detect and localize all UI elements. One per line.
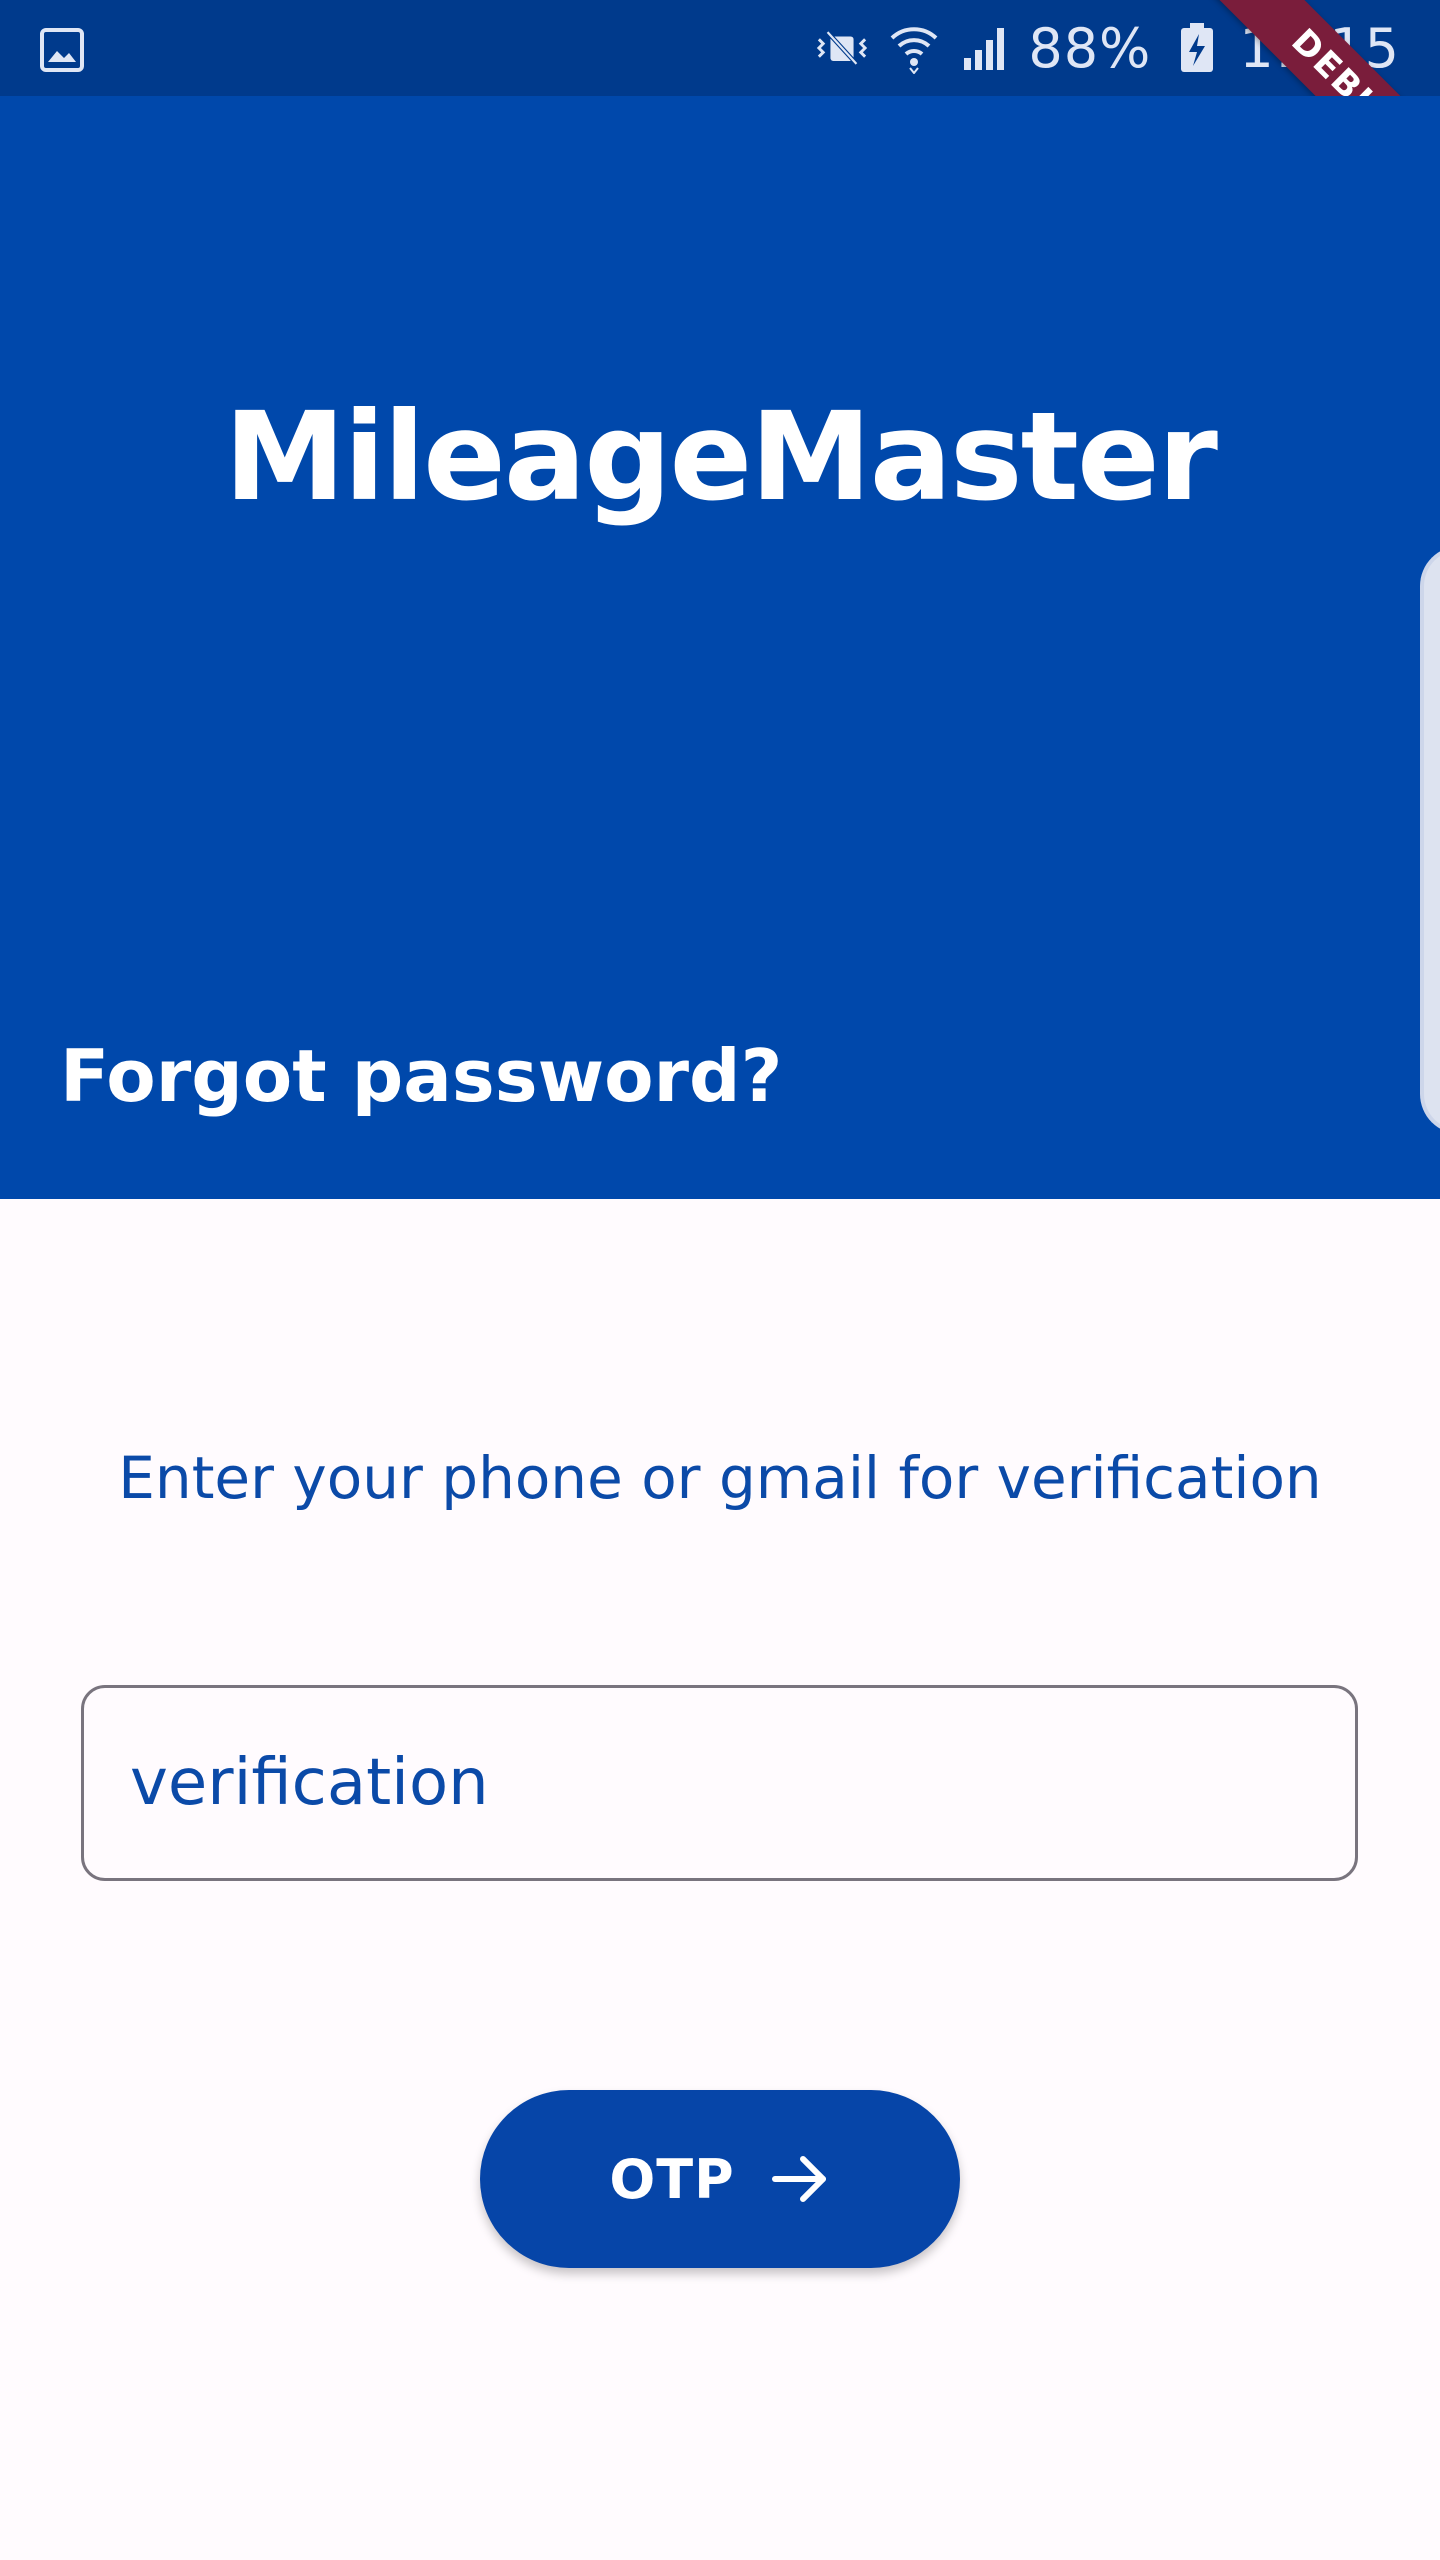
gallery-icon: [38, 26, 86, 74]
arrow-right-icon: [769, 2148, 831, 2210]
otp-button-label: OTP: [609, 2147, 735, 2211]
verification-field[interactable]: [81, 1685, 1358, 1881]
wifi-icon: [888, 22, 940, 74]
app-title: MileageMaster: [224, 386, 1218, 528]
otp-button[interactable]: OTP: [480, 2090, 960, 2268]
page-title: Forgot password?: [60, 1034, 783, 1118]
status-bar: 88% 11:15: [0, 0, 1440, 96]
battery-percent: 88%: [1028, 16, 1152, 80]
verification-input[interactable]: [130, 1688, 1310, 1878]
header: MileageMaster Forgot password?: [0, 96, 1440, 1199]
instructions-text: Enter your phone or gmail for verificati…: [118, 1444, 1322, 1512]
vibrate-off-icon: [816, 22, 868, 74]
edge-panel-handle[interactable]: [1420, 546, 1440, 1134]
cellular-signal-icon: [960, 22, 1012, 74]
battery-charging-icon: [1171, 22, 1223, 74]
